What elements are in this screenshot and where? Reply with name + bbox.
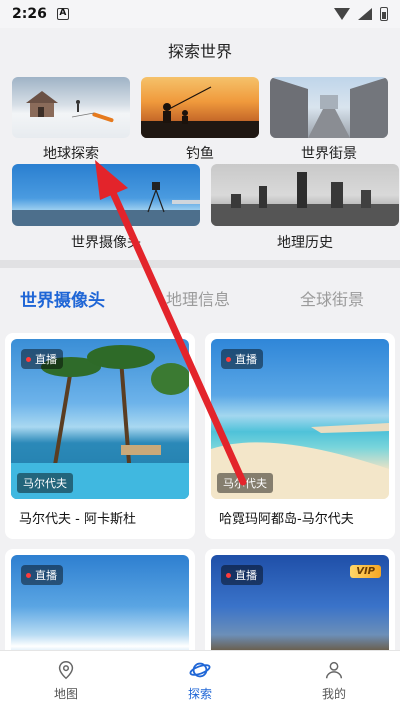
notification-badge: A <box>56 8 69 20</box>
tile-geo-history-label: 地理历史 <box>277 235 333 251</box>
nav-explore-label: 探索 <box>187 687 212 701</box>
tab-global-street[interactable]: 全球街景 <box>300 286 364 310</box>
vip-badge: VIP <box>350 565 381 578</box>
bottom-nav: 地图 探索 我的 <box>0 650 400 712</box>
tile-fishing-label: 钓鱼 <box>186 146 214 162</box>
tile-geo-history-image <box>211 172 399 226</box>
tab-world-camera[interactable]: 世界摄像头 <box>20 286 105 311</box>
camera-card-image: 直播 马尔代夫 <box>11 339 189 499</box>
user-icon <box>325 661 343 679</box>
category-tabs: 世界摄像头 地理信息 全球街景 <box>0 270 400 326</box>
camera-card-title: 哈霓玛阿都岛-马尔代夫 <box>219 512 354 527</box>
tile-earth-explore-label: 地球探索 <box>43 146 99 162</box>
status-icons <box>334 7 388 21</box>
live-badge: 直播 <box>21 349 63 369</box>
signal-icon <box>358 8 372 20</box>
battery-icon <box>380 7 388 21</box>
tile-street-view-label: 世界街景 <box>301 146 357 162</box>
live-badge: 直播 <box>221 349 263 369</box>
location-badge: 马尔代夫 <box>17 473 73 493</box>
tile-earth-explore-image <box>26 91 114 123</box>
camera-card[interactable]: 直播 马尔代夫 哈霓玛阿都岛-马尔代夫 <box>205 333 395 539</box>
tab-geo-info[interactable]: 地理信息 <box>166 286 230 310</box>
nav-map[interactable]: 地图 <box>26 659 106 702</box>
tile-world-camera-image <box>12 182 200 226</box>
tile-fishing[interactable] <box>141 77 259 138</box>
status-bar: 2:26 A <box>0 0 400 28</box>
page-title: 探索世界 <box>167 42 232 61</box>
tile-street-view-image <box>270 77 388 138</box>
nav-mine[interactable]: 我的 <box>294 659 374 702</box>
planet-icon <box>189 662 211 678</box>
camera-card-title: 马尔代夫 - 阿卡斯杜 <box>19 512 136 527</box>
tile-earth-explore[interactable] <box>12 77 130 138</box>
status-time: 2:26 <box>12 6 47 22</box>
camera-card-image: 直播 马尔代夫 <box>211 339 389 499</box>
live-badge: 直播 <box>221 565 263 585</box>
tile-world-camera-label: 世界摄像头 <box>71 235 141 251</box>
camera-card[interactable]: 直播 马尔代夫 马尔代夫 - 阿卡斯杜 <box>5 333 195 539</box>
nav-mine-label: 我的 <box>321 687 346 701</box>
tile-fishing-image <box>141 86 259 138</box>
nav-explore[interactable]: 探索 <box>160 659 240 702</box>
wifi-icon <box>334 8 350 20</box>
section-divider <box>0 260 400 268</box>
location-badge: 马尔代夫 <box>217 473 273 493</box>
live-badge: 直播 <box>21 565 63 585</box>
nav-map-label: 地图 <box>53 687 78 701</box>
map-pin-icon <box>58 661 74 680</box>
tile-geo-history[interactable] <box>211 164 399 226</box>
tile-world-camera[interactable] <box>12 164 200 226</box>
tile-street-view[interactable] <box>270 77 388 138</box>
